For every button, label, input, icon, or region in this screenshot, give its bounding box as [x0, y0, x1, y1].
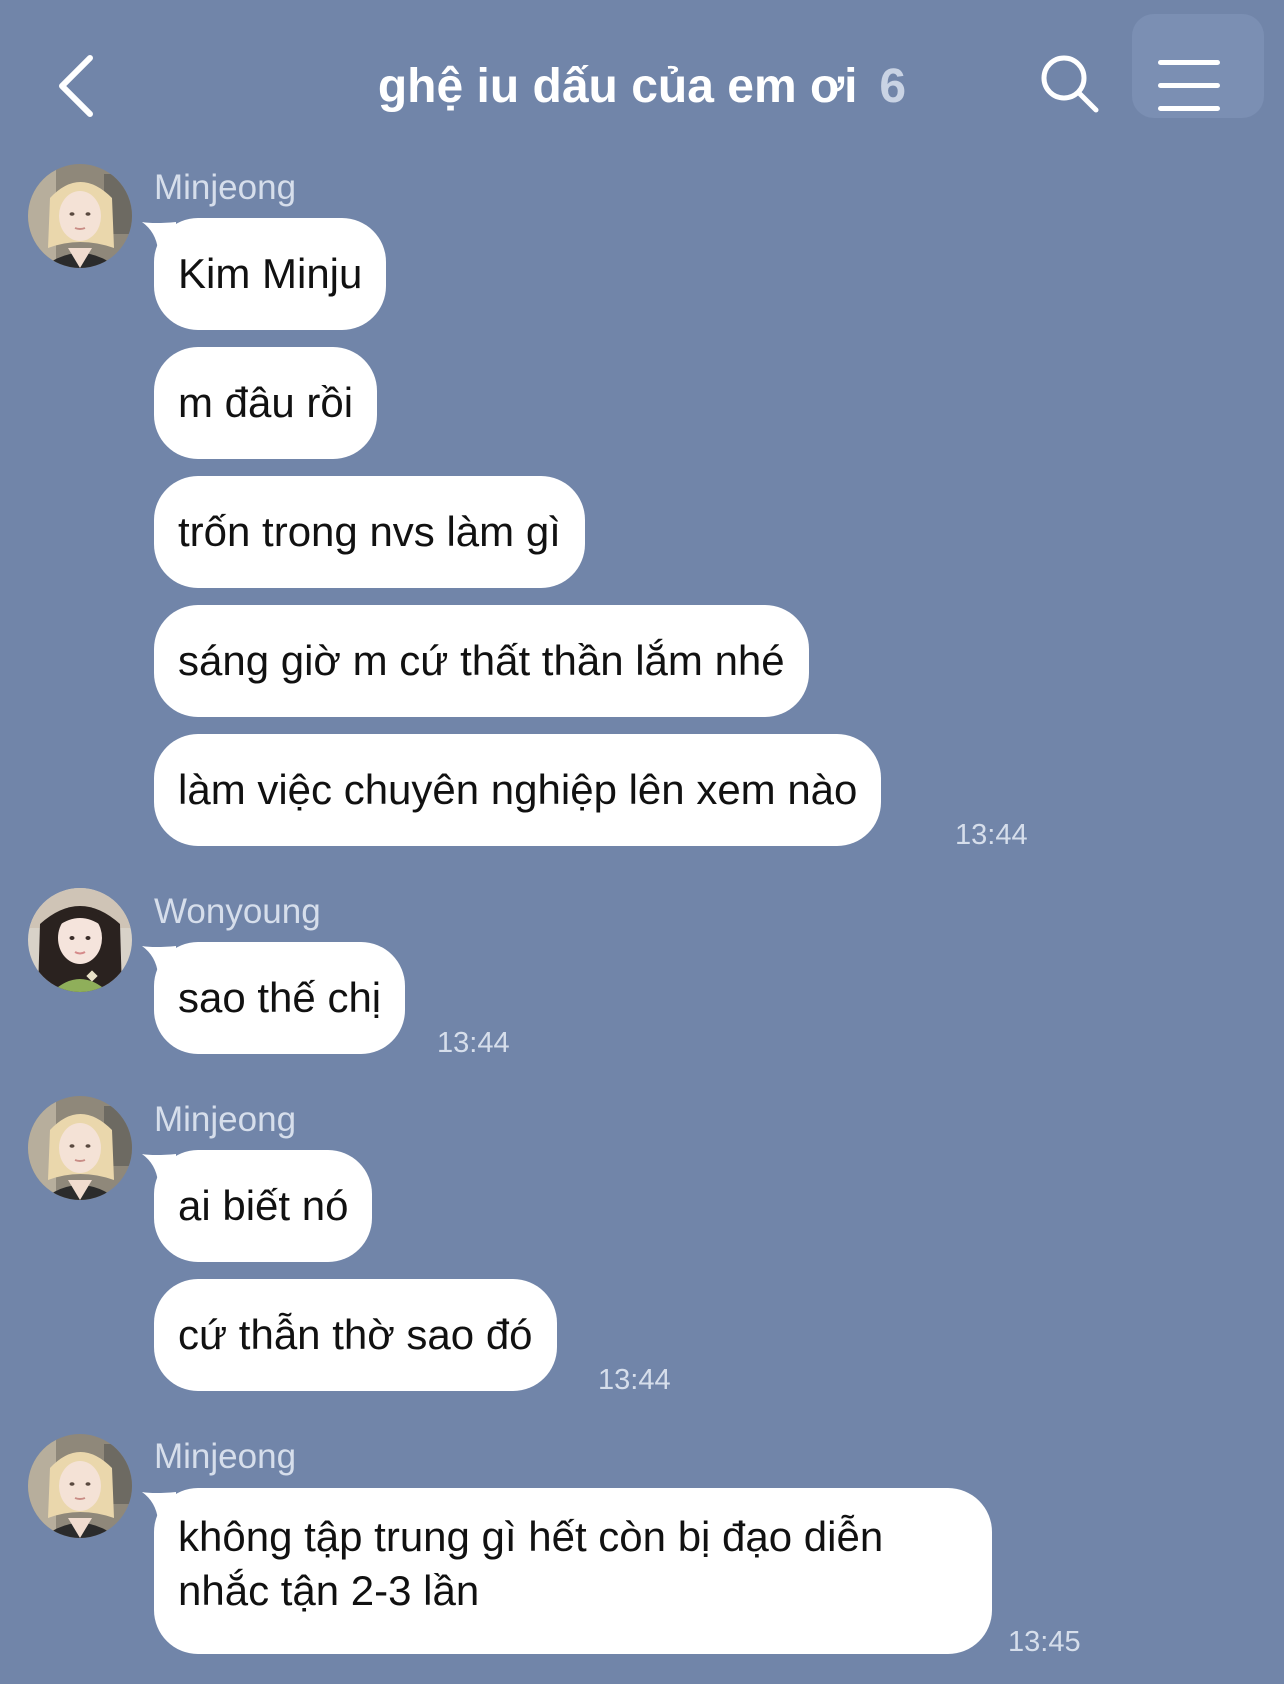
message-bubble[interactable]: sáng giờ m cứ thất thần lắm nhé: [154, 605, 809, 717]
message-timestamp: 13:44: [437, 1027, 510, 1059]
chat-title: ghệ iu dấu của em ơi: [377, 60, 858, 113]
sender-name: Minjeong: [154, 1437, 297, 1476]
avatar-minjeong[interactable]: [28, 1096, 132, 1200]
avatar-wonyoung[interactable]: [28, 888, 132, 992]
avatar-minjeong[interactable]: [28, 1434, 132, 1538]
message-timestamp: 13:44: [598, 1364, 671, 1396]
avatar-photo: [28, 1096, 132, 1200]
message-bubble[interactable]: Kim Minju: [154, 218, 387, 330]
message-bubble[interactable]: làm việc chuyên nghiệp lên xem nào: [154, 734, 882, 846]
sender-name: Minjeong: [154, 168, 297, 207]
message-timestamp: 13:44: [955, 819, 1028, 851]
avatar-photo: [28, 164, 132, 268]
avatar-photo: [28, 888, 132, 992]
message-bubble[interactable]: trốn trong nvs làm gì: [154, 476, 585, 588]
search-icon: [1041, 55, 1099, 113]
message-bubble[interactable]: không tập trung gì hết còn bị đạo diễn n…: [154, 1488, 992, 1654]
menu-button[interactable]: [1132, 14, 1268, 118]
message-bubble[interactable]: sao thế chị: [154, 942, 406, 1054]
message-bubble[interactable]: cứ thẫn thờ sao đó: [154, 1279, 557, 1391]
chat-header: ghệ iu dấu của em ơi 6: [0, 0, 1284, 150]
hamburger-menu-icon: [1158, 60, 1220, 129]
member-count: 6: [879, 60, 907, 113]
message-timestamp: 13:45: [1008, 1626, 1081, 1658]
sender-name: Minjeong: [154, 1100, 297, 1139]
avatar-photo: [28, 1434, 132, 1538]
avatar-minjeong[interactable]: [28, 164, 132, 268]
search-button[interactable]: [1036, 50, 1106, 120]
message-bubble[interactable]: m đâu rồi: [154, 347, 378, 459]
message-bubble[interactable]: ai biết nó: [154, 1150, 373, 1262]
sender-name: Wonyoung: [154, 892, 321, 931]
